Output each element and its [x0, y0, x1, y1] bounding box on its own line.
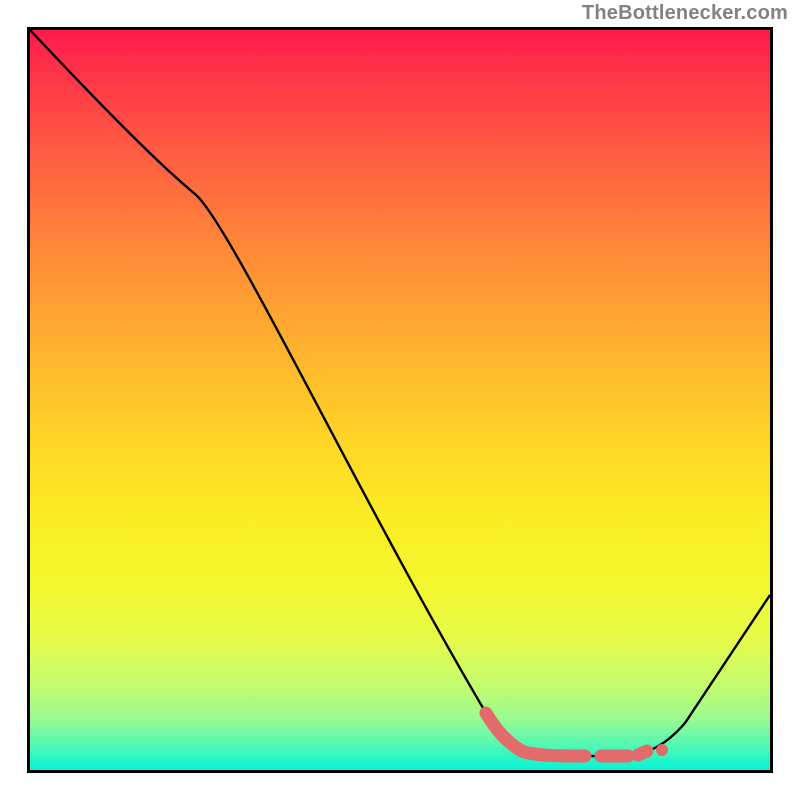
- chart-container: TheBottlenecker.com: [0, 0, 800, 800]
- attribution-text: TheBottlenecker.com: [582, 2, 788, 25]
- plot-frame: [27, 27, 773, 773]
- highlight-segment: [486, 713, 647, 756]
- plot-area: [30, 30, 770, 770]
- curve-svg: [30, 30, 770, 770]
- highlight-dot: [656, 744, 668, 756]
- bottleneck-curve: [30, 30, 770, 756]
